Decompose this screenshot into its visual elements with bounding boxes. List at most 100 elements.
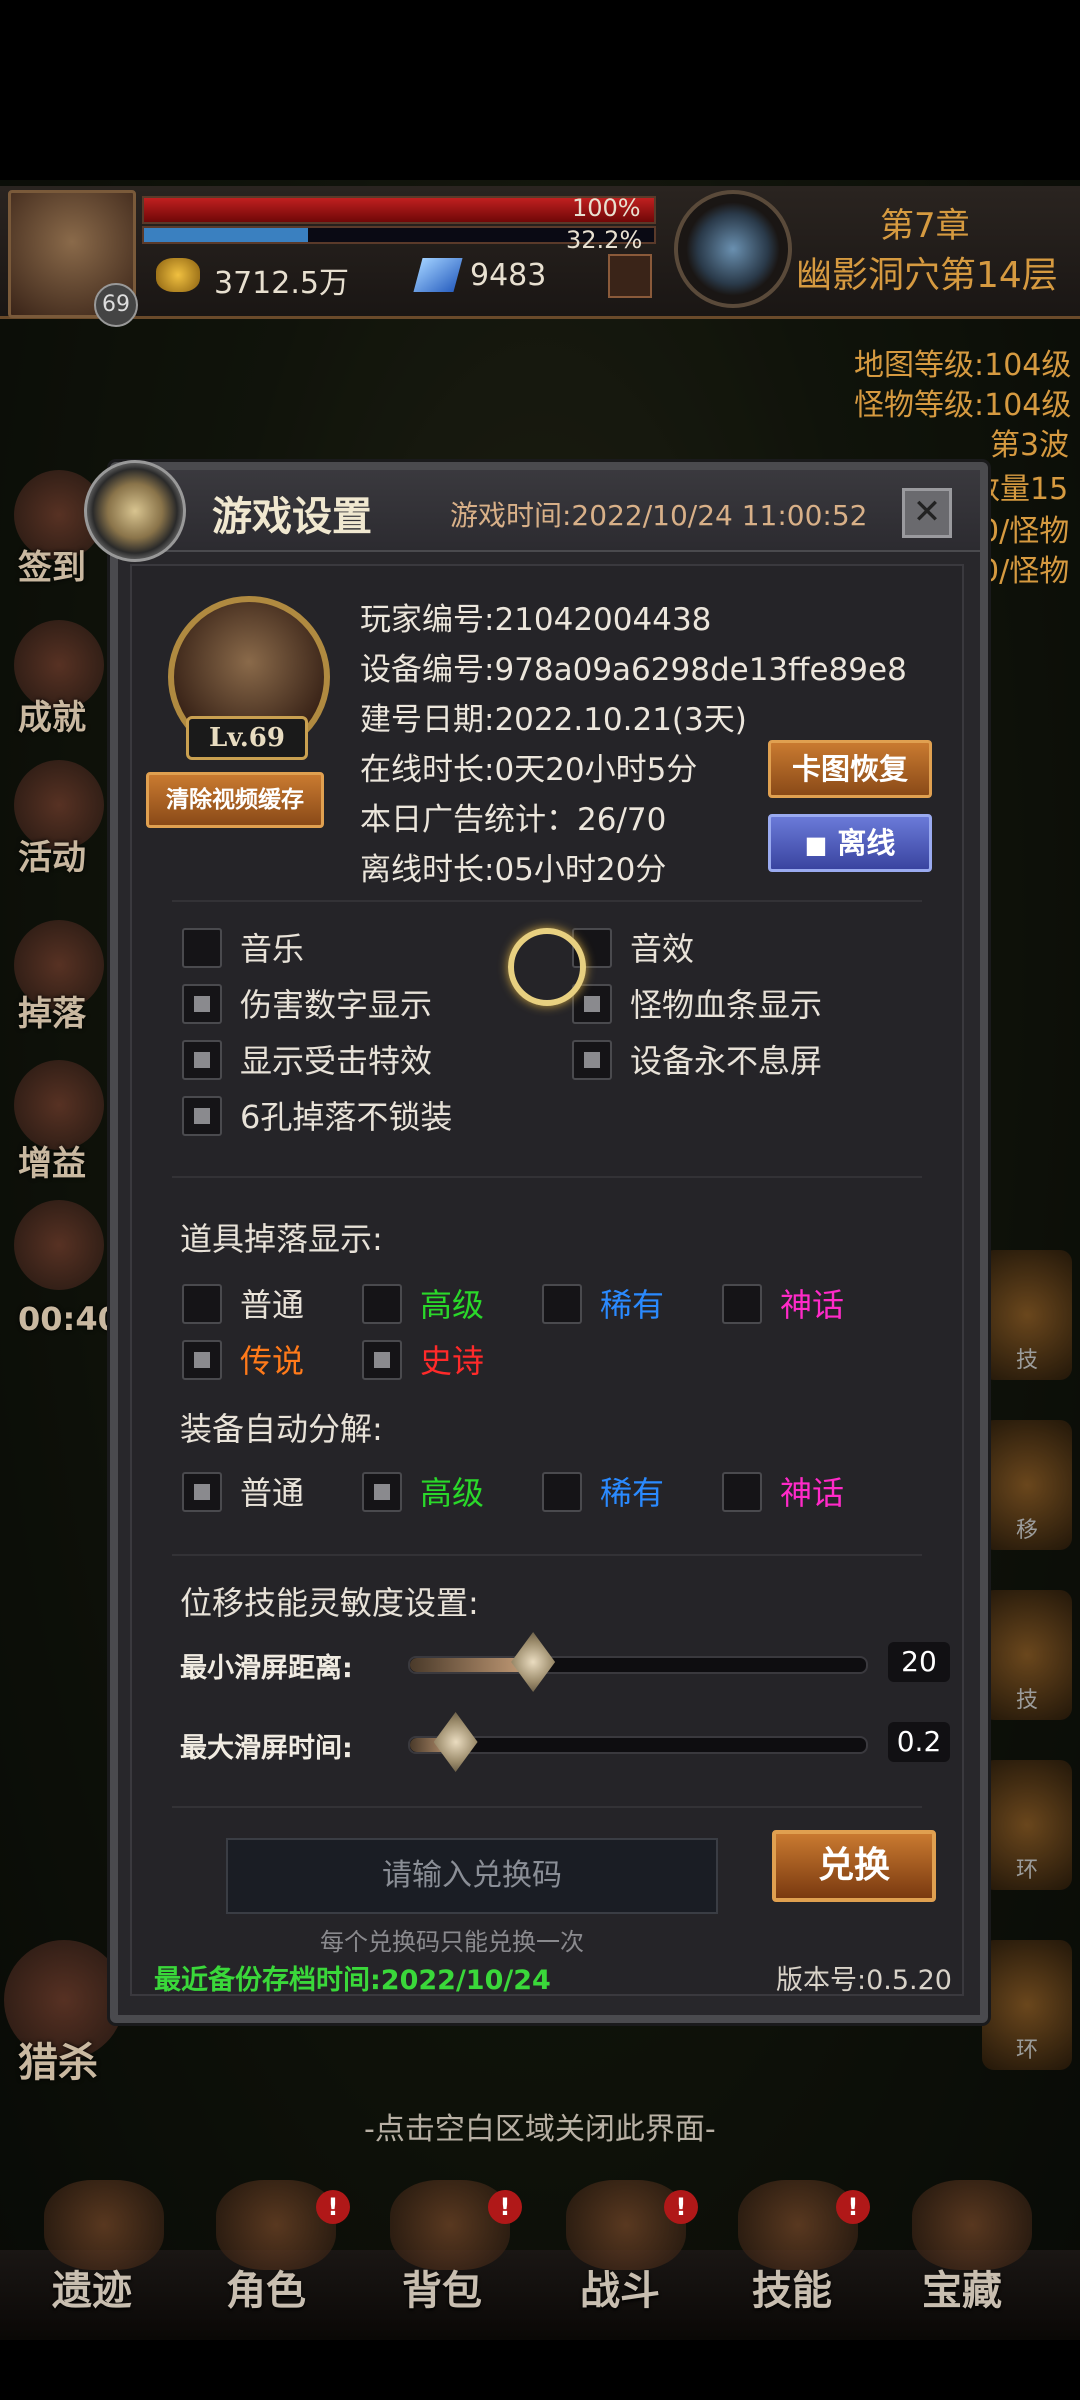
portal-icon[interactable] (674, 190, 792, 308)
close-hint[interactable]: -点击空白区域关闭此界面- (364, 2104, 716, 2148)
skill-slot-3[interactable]: 技 (982, 1590, 1072, 1720)
offline-button[interactable]: ■ 离线 (768, 814, 932, 872)
version-label: 版本号:0.5.20 (776, 1965, 952, 1996)
drop-display-option-label[interactable]: 传说 (240, 1336, 304, 1382)
offline-time: 离线时长:05小时20分 (360, 852, 667, 888)
side-sign-in[interactable]: 签到 (18, 540, 86, 589)
unstuck-button[interactable]: 卡图恢复 (768, 740, 932, 798)
auto-salvage-option-checkbox[interactable] (722, 1472, 762, 1512)
min-swipe-slider[interactable] (408, 1632, 868, 1692)
exp-bar-fill (144, 228, 309, 242)
nav-character[interactable]: 角色 (226, 2258, 306, 2316)
gear-icon (84, 460, 186, 562)
side-events[interactable]: 活动 (18, 830, 86, 879)
max-swipe-label: 最大滑屏时间: (180, 1733, 353, 1764)
kill-stat-1: 0/怪物 (980, 514, 1070, 549)
side-achievements[interactable]: 成就 (18, 690, 86, 739)
auto-salvage-option-checkbox[interactable] (362, 1472, 402, 1512)
side-drops[interactable]: 掉落 (18, 986, 86, 1035)
level-badge: Lv.69 (186, 716, 308, 760)
drop-display-option-checkbox[interactable] (362, 1284, 402, 1324)
max-swipe-slider[interactable] (408, 1712, 868, 1772)
auto-salvage-option-label[interactable]: 高级 (420, 1468, 484, 1514)
setting-toggle-label[interactable]: 怪物血条显示 (630, 980, 822, 1026)
auto-salvage-option-checkbox[interactable] (182, 1472, 222, 1512)
player-id: 玩家编号:21042004438 (360, 602, 712, 638)
setting-toggle-label[interactable]: 伤害数字显示 (240, 980, 432, 1026)
character-icon[interactable] (216, 2180, 336, 2270)
setting-toggle-label[interactable]: 设备永不息屏 (630, 1036, 822, 1082)
close-button[interactable]: ✕ (902, 488, 952, 538)
setting-toggle-label[interactable]: 音效 (630, 924, 694, 970)
setting-toggle-checkbox[interactable] (572, 1040, 612, 1080)
setting-toggle-checkbox[interactable] (182, 984, 222, 1024)
hp-percent: 100% (572, 194, 641, 222)
redeem-button[interactable]: 兑换 (772, 1830, 936, 1902)
skill-slot-5-label: 环 (1016, 2038, 1039, 2063)
offline-button-label: 离线 (837, 826, 896, 860)
drop-display-option-label[interactable]: 史诗 (420, 1336, 484, 1382)
drop-display-option-label[interactable]: 神话 (780, 1280, 844, 1326)
skill-slot-4[interactable]: 环 (982, 1760, 1072, 1890)
skill-slot-2[interactable]: 移 (982, 1420, 1072, 1550)
divider (172, 1554, 922, 1556)
skill-slot-1-label: 技 (1016, 1348, 1039, 1373)
skills-icon[interactable] (738, 2180, 858, 2270)
camera-icon: ■ (804, 831, 828, 859)
battle-icon[interactable] (566, 2180, 686, 2270)
shop-icon[interactable] (608, 254, 652, 298)
chapter-label: 第7章 (880, 206, 970, 246)
side-hunt[interactable]: 猎杀 (18, 2030, 98, 2088)
auto-salvage-option-label[interactable]: 神话 (780, 1468, 844, 1514)
drop-display-option-checkbox[interactable] (722, 1284, 762, 1324)
nav-relics[interactable]: 遗迹 (52, 2258, 132, 2316)
wave-label: 第3波 (990, 428, 1070, 463)
drop-display-option-checkbox[interactable] (362, 1340, 402, 1380)
drop-display-option-checkbox[interactable] (542, 1284, 582, 1324)
drop-display-option-label[interactable]: 稀有 (600, 1280, 664, 1326)
skill-slot-5[interactable]: 环 (982, 1940, 1072, 2070)
setting-toggle-checkbox[interactable] (182, 928, 222, 968)
kill-stat-2: 0/怪物 (980, 554, 1070, 589)
settings-dialog: 游戏设置 游戏时间:2022/10/24 11:00:52 ✕ Lv.69 清除… (84, 460, 988, 2023)
gem-icon (413, 258, 463, 292)
bag-icon[interactable] (390, 2180, 510, 2270)
auto-salvage-option-checkbox[interactable] (542, 1472, 582, 1512)
clear-video-cache-button[interactable]: 清除视频缓存 (146, 772, 324, 828)
max-swipe-value: 0.2 (888, 1722, 950, 1762)
nav-treasure[interactable]: 宝藏 (922, 2258, 1002, 2316)
drop-display-option-checkbox[interactable] (182, 1340, 222, 1380)
setting-toggle-checkbox[interactable] (182, 1040, 222, 1080)
redeem-code-input[interactable]: 请输入兑换码 (226, 1838, 718, 1914)
setting-toggle-checkbox[interactable] (182, 1096, 222, 1136)
drop-display-option-label[interactable]: 高级 (420, 1280, 484, 1326)
skill-slot-2-label: 移 (1016, 1518, 1039, 1543)
dialog-title: 游戏设置 (212, 493, 372, 540)
game-time: 游戏时间:2022/10/24 11:00:52 (450, 499, 868, 532)
max-swipe-thumb[interactable] (433, 1712, 478, 1772)
sensitivity-title: 位移技能灵敏度设置: (180, 1584, 479, 1622)
nav-skills[interactable]: 技能 (752, 2258, 832, 2316)
divider (172, 1176, 922, 1178)
divider (172, 900, 922, 902)
gold-icon (156, 258, 200, 292)
setting-toggle-label[interactable]: 6孔掉落不锁装 (240, 1092, 452, 1138)
backup-time: 最近备份存档时间:2022/10/24 (154, 1965, 551, 1996)
online-time: 在线时长:0天20小时5分 (360, 752, 698, 788)
auto-salvage-option-label[interactable]: 稀有 (600, 1468, 664, 1514)
side-buffs[interactable]: 增益 (18, 1136, 86, 1185)
drop-display-option-label[interactable]: 普通 (240, 1280, 304, 1326)
drop-display-title: 道具掉落显示: (180, 1220, 383, 1258)
treasure-icon[interactable] (912, 2180, 1032, 2270)
setting-toggle-label[interactable]: 显示受击特效 (240, 1036, 432, 1082)
setting-toggle-label[interactable]: 音乐 (240, 924, 304, 970)
auto-salvage-option-label[interactable]: 普通 (240, 1468, 304, 1514)
skill-slot-1[interactable]: 技 (982, 1250, 1072, 1380)
drop-display-option-checkbox[interactable] (182, 1284, 222, 1324)
auto-salvage-title: 装备自动分解: (180, 1410, 383, 1448)
min-swipe-thumb[interactable] (511, 1632, 556, 1692)
gift-icon[interactable] (14, 1200, 104, 1290)
relics-icon[interactable] (44, 2180, 164, 2270)
nav-bag[interactable]: 背包 (402, 2258, 482, 2316)
nav-battle[interactable]: 战斗 (580, 2258, 660, 2316)
